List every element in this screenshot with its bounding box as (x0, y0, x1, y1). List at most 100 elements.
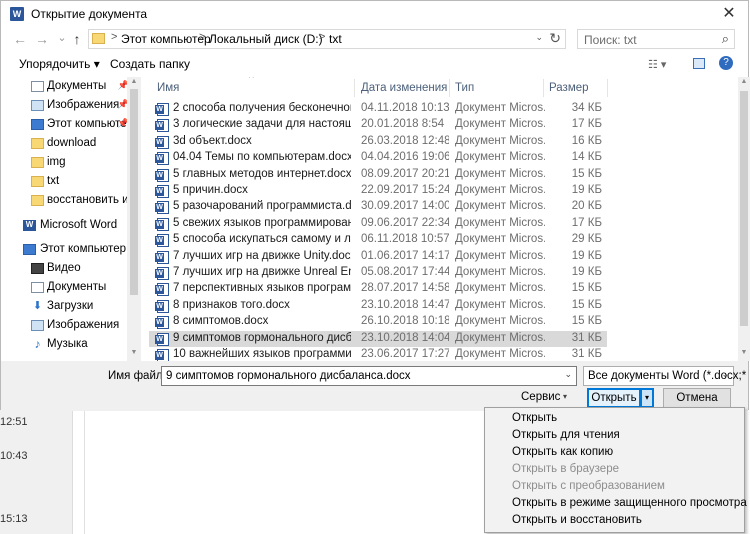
help-icon[interactable]: ? (719, 56, 733, 70)
sidebar-item-documents[interactable]: Документы 📌 (15, 78, 141, 96)
sidebar-item-video[interactable]: Видео (15, 260, 141, 278)
documents-icon (31, 81, 44, 92)
chevron-down-icon[interactable]: ⌄ (564, 369, 572, 380)
scroll-up-icon[interactable]: ▲ (127, 78, 141, 85)
organize-button[interactable]: Упорядочить ▾ (19, 57, 100, 71)
sidebar-item-download[interactable]: download (15, 135, 141, 153)
menu-item-open[interactable]: Открыть (485, 410, 744, 427)
word-app-icon: W (10, 7, 24, 21)
sidebar-item-this-pc-root[interactable]: Этот компьютер (15, 241, 141, 259)
scrollbar-thumb[interactable] (740, 91, 748, 326)
file-row[interactable]: 04.04 Темы по компьютерам.docx 04.04.2016… (149, 150, 607, 166)
file-name: 7 лучших игр на движке Unity.docx (173, 249, 351, 262)
file-row[interactable]: 2 способа получения бесконечного зо... 04… (149, 101, 607, 117)
tools-button[interactable]: Сервис (521, 391, 560, 403)
menu-item-label: Открыть (512, 412, 558, 424)
sidebar-item-img[interactable]: img (15, 154, 141, 172)
file-name: 5 разочарований программиста.docx (173, 200, 351, 213)
up-arrow-icon[interactable]: ↑ (68, 31, 86, 47)
address-bar[interactable]: > Этот компьютер > Локальный диск (D:) >… (88, 29, 566, 49)
open-split-arrow-icon[interactable]: ▾ (641, 388, 654, 408)
pictures-icon (31, 100, 44, 111)
menu-item-open-as-copy[interactable]: Открыть как копию (485, 444, 744, 461)
new-folder-button[interactable]: Создать папку (110, 57, 190, 71)
address-dropdown-icon[interactable]: ⌄ (535, 32, 543, 43)
sidebar-item-pictures[interactable]: Изображения 📌 (15, 97, 141, 115)
tools-dropdown-icon[interactable]: ▾ (563, 392, 567, 401)
open-button[interactable]: Открыть (587, 388, 641, 408)
word-document-icon (155, 250, 169, 264)
word-document-icon (155, 234, 169, 248)
file-row[interactable]: 10 важнейших языков программирова... 23.0… (149, 347, 607, 361)
search-icon[interactable]: ⌕ (722, 31, 729, 47)
sidebar-item-label: download (47, 137, 97, 149)
sidebar-item-txt[interactable]: txt (15, 173, 141, 191)
sidebar-item-pc-documents[interactable]: Документы (15, 279, 141, 297)
file-row[interactable]: 8 симптомов.docx 26.10.2018 10:18 Документ… (149, 314, 607, 330)
file-date: 04.04.2016 19:06 (361, 151, 449, 164)
file-size: 16 КБ (571, 134, 602, 147)
file-name: 9 симптомов гормонального дисбалан... (173, 331, 351, 344)
file-row[interactable]: 5 способа искупаться самому и лошад... 06… (149, 232, 607, 248)
breadcrumb-this-pc[interactable]: Этот компьютер (121, 32, 211, 46)
menu-item-open-and-repair[interactable]: Открыть и восстановить (485, 512, 744, 529)
file-date: 01.06.2017 14:17 (361, 249, 449, 262)
chevron-down-icon[interactable]: ⌄ (721, 369, 729, 380)
file-row[interactable]: 7 лучших игр на движке Unreal Engine....… (149, 265, 607, 281)
sidebar-item-downloads[interactable]: ⬇ Загрузки (15, 298, 141, 316)
menu-item-label: Открыть в браузере (512, 463, 619, 475)
file-list-scrollbar[interactable]: ▲ ▼ (738, 77, 750, 361)
column-divider[interactable] (607, 79, 608, 97)
word-document-icon (155, 283, 169, 297)
breadcrumb-txt[interactable]: txt (329, 32, 342, 46)
sidebar-item-music[interactable]: ♪ Музыка (15, 336, 141, 354)
file-date: 20.01.2018 8:54 (361, 118, 445, 131)
forward-arrow-icon[interactable]: → (33, 31, 51, 47)
word-document-icon (155, 316, 169, 330)
search-input[interactable]: Поиск: txt ⌕ (577, 29, 735, 49)
file-date: 30.09.2017 14:00 (361, 200, 449, 213)
file-type: Документ Micros... (455, 233, 545, 246)
word-document-icon (155, 349, 169, 361)
refresh-icon[interactable]: ↻ (549, 30, 561, 47)
scroll-down-icon[interactable]: ▼ (127, 349, 141, 356)
file-size: 31 КБ (571, 348, 602, 360)
menu-item-open-read-only[interactable]: Открыть для чтения (485, 427, 744, 444)
sidebar-item-label: Видео (47, 262, 81, 274)
sidebar-item-this-pc[interactable]: Этот компьютер 📌 (15, 116, 141, 134)
scrollbar-thumb[interactable] (130, 89, 138, 295)
preview-pane-icon[interactable] (693, 58, 705, 69)
file-type-select[interactable]: Все документы Word (*.docx;* ⌄ (583, 366, 746, 386)
view-options-icon[interactable]: ☷ ▾ (648, 58, 666, 71)
column-divider[interactable] (354, 79, 355, 97)
navigation-scrollbar[interactable]: ▲ ▼ (127, 77, 141, 361)
file-row[interactable]: 3d объект.docx 26.03.2018 12:48 Документ M… (149, 134, 607, 150)
sidebar-item-label: txt (47, 175, 60, 187)
menu-item-open-protected-view[interactable]: Открыть в режиме защищенного просмотра (485, 495, 747, 512)
breadcrumb-local-disk[interactable]: Локальный диск (D:) (209, 32, 323, 46)
back-arrow-icon[interactable]: ← (11, 31, 29, 47)
filename-input[interactable]: 9 симптомов гормонального дисбаланса.doc… (161, 366, 577, 386)
close-button[interactable]: ✕ (716, 3, 742, 25)
file-size: 19 КБ (571, 249, 602, 262)
scroll-up-icon[interactable]: ▲ (738, 78, 750, 85)
file-row[interactable]: 7 перспективных языков программиро... 28.… (149, 281, 607, 297)
column-divider[interactable] (543, 79, 544, 97)
file-row[interactable]: 8 признаков того.docx 23.10.2018 14:47 Док… (149, 298, 607, 314)
menu-item-label: Открыть в режиме защищенного просмотра (512, 497, 747, 509)
file-row[interactable]: 5 главных методов интернет.docx 08.09.201… (149, 167, 607, 183)
file-row[interactable]: 9 симптомов гормонального дисбалан... 23.… (149, 330, 607, 347)
file-row[interactable]: 3 логические задачи для настоящего п... 2… (149, 117, 607, 133)
file-row[interactable]: 5 разочарований программиста.docx 30.09.2… (149, 199, 607, 215)
file-row[interactable]: 5 причин.docx 22.09.2017 15:24 Документ Mi… (149, 183, 607, 199)
file-row[interactable]: 5 свежих языков программирования.d... 09.… (149, 216, 607, 232)
sidebar-item-microsoft-word[interactable]: W Microsoft Word (15, 217, 141, 235)
sidebar-item-pc-pictures[interactable]: Изображения (15, 317, 141, 335)
sidebar-item-restore-history[interactable]: восстановить исто (15, 192, 141, 210)
file-row[interactable]: 7 лучших игр на движке Unity.docx 01.06.2… (149, 249, 607, 265)
scroll-down-icon[interactable]: ▼ (738, 349, 750, 356)
column-divider[interactable] (449, 79, 450, 97)
cancel-button[interactable]: Отмена (663, 388, 731, 408)
file-date: 23.10.2018 14:47 (361, 298, 449, 311)
folder-icon (92, 33, 105, 44)
